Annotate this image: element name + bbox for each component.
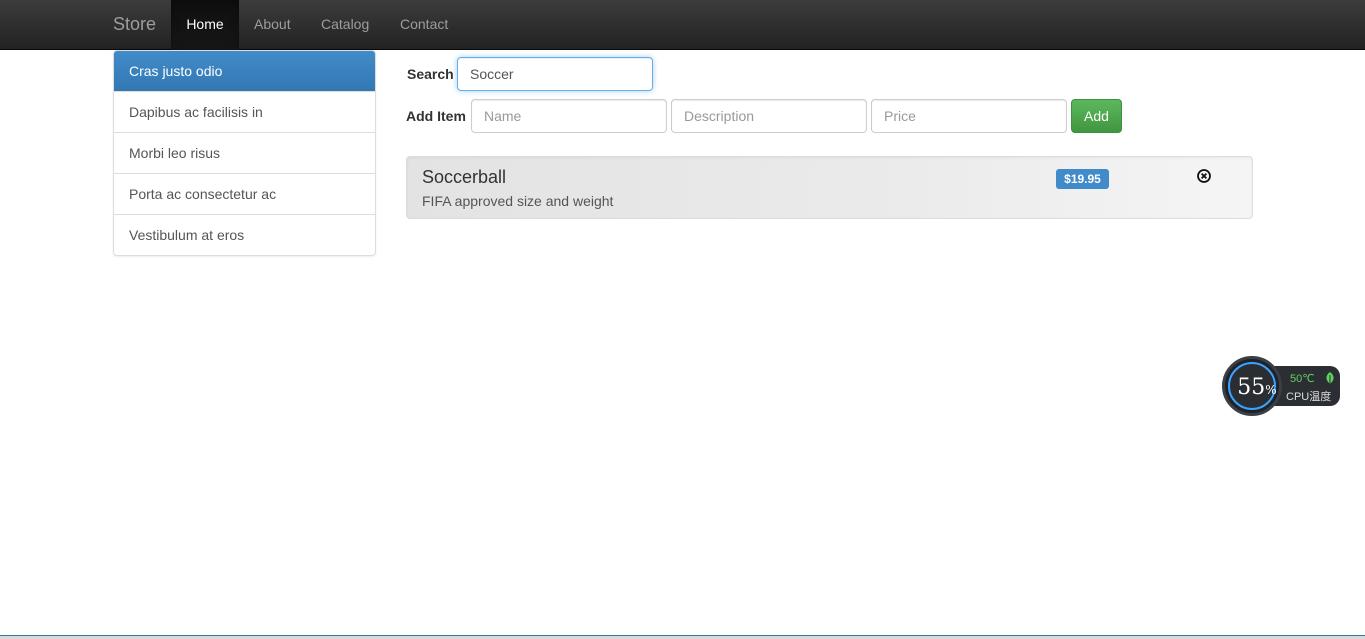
search-input[interactable] <box>457 57 653 91</box>
cpu-percent-value: 55 <box>1237 375 1266 400</box>
sidebar-list: Cras justo odio Dapibus ac facilisis in … <box>113 50 376 256</box>
nav-about[interactable]: About <box>254 0 291 50</box>
top-navbar: Store Home About Catalog Contact <box>0 0 1365 50</box>
nav-catalog[interactable]: Catalog <box>321 0 369 50</box>
sidebar-item-dapibus[interactable]: Dapibus ac facilisis in <box>114 91 375 132</box>
sidebar-item-vestibulum[interactable]: Vestibulum at eros <box>114 214 375 255</box>
cpu-percent-unit: % <box>1265 383 1277 397</box>
name-input[interactable] <box>471 99 667 133</box>
nav-contact[interactable]: Contact <box>400 0 448 50</box>
item-name: Soccerball <box>422 167 507 187</box>
cpu-ring: 55% <box>1228 362 1277 410</box>
brand-link[interactable]: Store <box>113 14 156 34</box>
description-input[interactable] <box>671 99 867 133</box>
taskbar-edge <box>0 635 1365 639</box>
price-input[interactable] <box>871 99 1067 133</box>
sidebar-item-cras-justo-odio[interactable]: Cras justo odio <box>114 51 375 91</box>
cpu-usage-gauge: 55% <box>1222 356 1282 416</box>
add-item-label: Add Item <box>406 108 466 124</box>
nav-home[interactable]: Home <box>171 0 239 50</box>
item-description: FIFA approved size and weight <box>422 193 614 209</box>
cpu-monitor-widget[interactable]: 50℃ CPU温度 55% <box>1222 356 1340 416</box>
add-button[interactable]: Add <box>1071 99 1122 133</box>
price-badge: $19.95 <box>1056 169 1109 189</box>
remove-circle-icon[interactable] <box>1196 168 1212 184</box>
sidebar-item-porta[interactable]: Porta ac consectetur ac <box>114 173 375 214</box>
leaf-icon <box>1326 372 1334 384</box>
search-label: Search <box>407 66 454 82</box>
cpu-label: CPU温度 <box>1286 391 1332 403</box>
list-item: Soccerball FIFA approved size and weight… <box>406 156 1253 219</box>
sidebar-item-morbi[interactable]: Morbi leo risus <box>114 132 375 173</box>
cpu-percent: 55% <box>1230 375 1284 400</box>
cpu-temperature: 50℃ <box>1290 373 1315 385</box>
